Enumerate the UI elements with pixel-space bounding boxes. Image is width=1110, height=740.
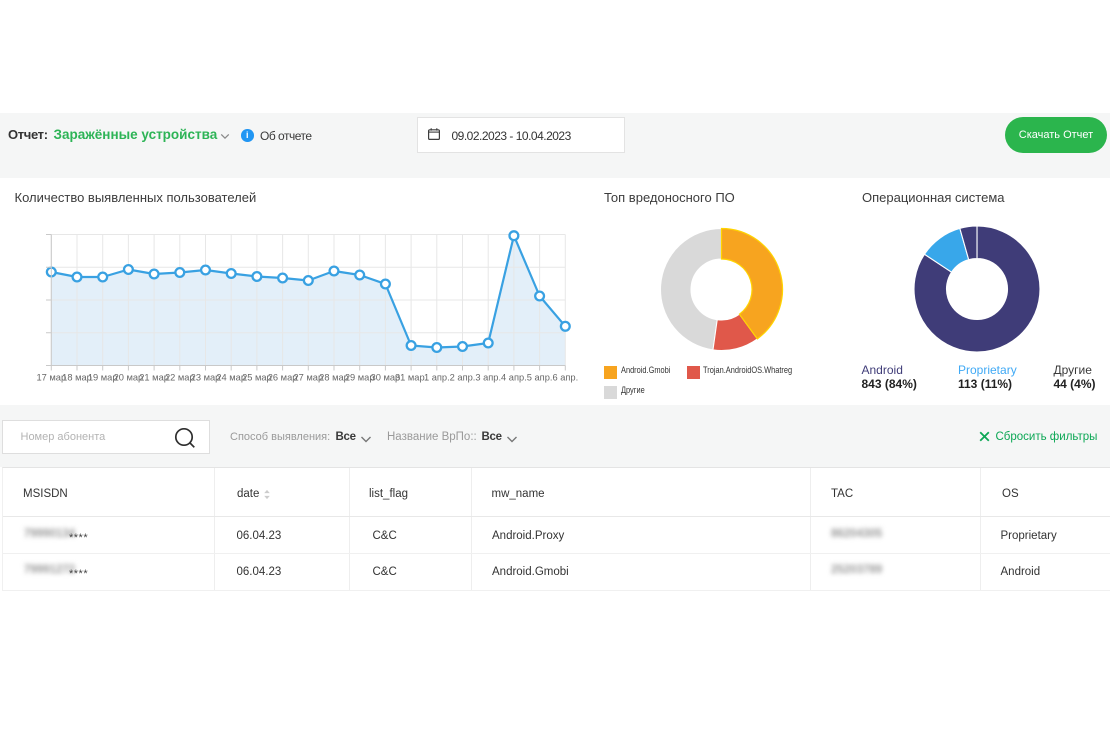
svg-text:3 апр.: 3 апр. (475, 373, 501, 383)
svg-text:1 апр.: 1 апр. (424, 373, 450, 383)
svg-text:4 апр.: 4 апр. (501, 373, 527, 383)
svg-text:5 апр.: 5 апр. (527, 373, 553, 383)
svg-text:6 апр.: 6 апр. (552, 373, 578, 383)
svg-text:2 апр.: 2 апр. (450, 373, 476, 383)
svg-text:31 мар.: 31 мар. (395, 373, 427, 383)
